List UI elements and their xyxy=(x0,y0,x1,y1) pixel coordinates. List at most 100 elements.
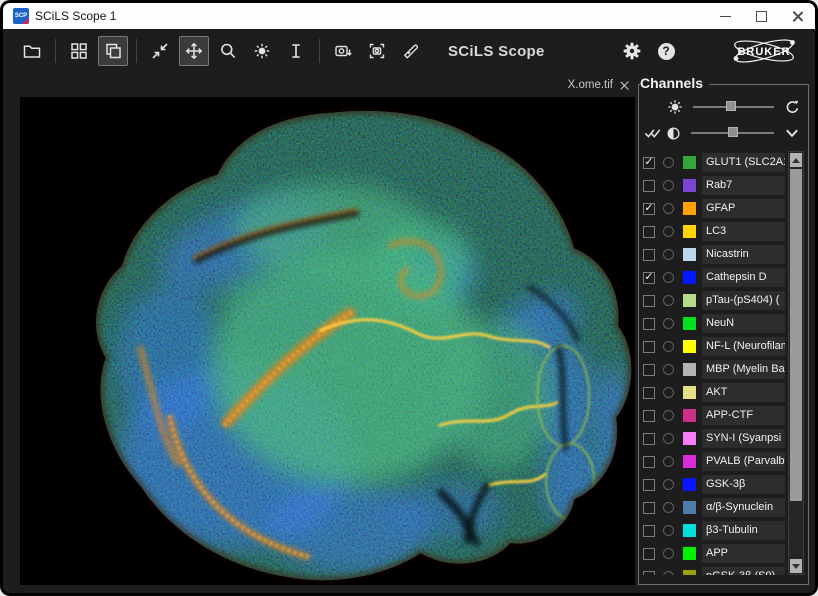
channel-visibility-checkbox[interactable] xyxy=(643,410,655,422)
channel-color-swatch[interactable] xyxy=(683,409,696,422)
channel-label[interactable]: pTau-(pS404) ( xyxy=(702,291,785,310)
expand-button[interactable] xyxy=(782,126,802,140)
image-viewport[interactable] xyxy=(20,97,635,585)
channel-color-swatch[interactable] xyxy=(683,524,696,537)
channel-solo-radio[interactable] xyxy=(663,226,674,237)
channel-label[interactable]: Cathepsin D xyxy=(702,268,785,287)
channel-solo-radio[interactable] xyxy=(663,502,674,513)
channel-visibility-checkbox[interactable]: ✓ xyxy=(643,272,655,284)
channel-color-swatch[interactable] xyxy=(683,363,696,376)
channel-color-swatch[interactable] xyxy=(683,317,696,330)
brightness-slider-handle[interactable] xyxy=(726,101,736,111)
channel-visibility-checkbox[interactable] xyxy=(643,341,655,353)
fit-to-view-button[interactable] xyxy=(145,36,175,66)
channel-color-swatch[interactable] xyxy=(683,294,696,307)
channel-label[interactable]: SYN-I (Syanpsi xyxy=(702,429,785,448)
channel-color-swatch[interactable] xyxy=(683,248,696,261)
channel-color-swatch[interactable] xyxy=(683,340,696,353)
channel-solo-radio[interactable] xyxy=(663,548,674,559)
channel-visibility-checkbox[interactable] xyxy=(643,226,655,238)
channel-label[interactable]: pGSK-3β (S9) xyxy=(702,567,785,575)
channel-label[interactable]: PVALB (Parvalb xyxy=(702,452,785,471)
channel-solo-radio[interactable] xyxy=(663,456,674,467)
channel-label[interactable]: α/β-Synuclein xyxy=(702,498,785,517)
title-bar[interactable]: SCP SCiLS Scope 1 xyxy=(3,3,815,29)
channel-visibility-checkbox[interactable] xyxy=(643,525,655,537)
intensity-range-button[interactable] xyxy=(281,36,311,66)
channel-color-swatch[interactable] xyxy=(683,478,696,491)
channel-label[interactable]: NF-L (Neurofilam xyxy=(702,337,785,356)
channel-visibility-checkbox[interactable]: ✓ xyxy=(643,157,655,169)
channel-visibility-checkbox[interactable] xyxy=(643,295,655,307)
channel-color-swatch[interactable] xyxy=(683,202,696,215)
measure-tool-button[interactable] xyxy=(396,36,426,66)
channel-visibility-checkbox[interactable] xyxy=(643,456,655,468)
channel-solo-radio[interactable] xyxy=(663,364,674,375)
maximize-button[interactable] xyxy=(743,3,779,29)
reset-button[interactable] xyxy=(782,99,802,116)
channel-color-swatch[interactable] xyxy=(683,225,696,238)
scroll-down-button[interactable] xyxy=(790,559,802,573)
channel-visibility-checkbox[interactable] xyxy=(643,387,655,399)
grid-view-button[interactable] xyxy=(64,36,94,66)
zoom-tool-button[interactable] xyxy=(213,36,243,66)
channel-solo-radio[interactable] xyxy=(663,571,674,575)
open-folder-button[interactable] xyxy=(17,36,47,66)
channel-label[interactable]: AKT xyxy=(702,383,785,402)
channel-label[interactable]: Nicastrin xyxy=(702,245,785,264)
channel-color-swatch[interactable] xyxy=(683,432,696,445)
channel-label[interactable]: GFAP xyxy=(702,199,785,218)
channel-list-scrollbar[interactable] xyxy=(788,151,804,575)
channel-label[interactable]: MBP (Myelin Ba xyxy=(702,360,785,379)
channel-visibility-checkbox[interactable] xyxy=(643,479,655,491)
channel-solo-radio[interactable] xyxy=(663,479,674,490)
channel-solo-radio[interactable] xyxy=(663,387,674,398)
scroll-up-button[interactable] xyxy=(790,153,802,167)
brightness-slider[interactable] xyxy=(693,97,774,117)
minimize-button[interactable] xyxy=(707,3,743,29)
channel-label[interactable]: NeuN xyxy=(702,314,785,333)
channel-solo-radio[interactable] xyxy=(663,433,674,444)
channel-label[interactable]: APP-CTF xyxy=(702,406,785,425)
channel-label[interactable]: Rab7 xyxy=(702,176,785,195)
channel-solo-radio[interactable] xyxy=(663,341,674,352)
contrast-slider[interactable] xyxy=(691,123,774,143)
channel-solo-radio[interactable] xyxy=(663,295,674,306)
channel-visibility-checkbox[interactable] xyxy=(643,571,655,576)
channel-color-swatch[interactable] xyxy=(683,179,696,192)
contrast-slider-handle[interactable] xyxy=(728,127,738,137)
channel-visibility-checkbox[interactable] xyxy=(643,548,655,560)
channel-solo-radio[interactable] xyxy=(663,180,674,191)
channel-solo-radio[interactable] xyxy=(663,410,674,421)
channel-color-swatch[interactable] xyxy=(683,455,696,468)
scrollbar-thumb[interactable] xyxy=(790,169,802,501)
channel-solo-radio[interactable] xyxy=(663,249,674,260)
channel-solo-radio[interactable] xyxy=(663,157,674,168)
channel-color-swatch[interactable] xyxy=(683,156,696,169)
image-tab[interactable]: X.ome.tif xyxy=(562,79,635,91)
channel-label[interactable]: GSK-3β xyxy=(702,475,785,494)
close-button[interactable] xyxy=(779,3,815,29)
channel-color-swatch[interactable] xyxy=(683,501,696,514)
brightness-tool-button[interactable] xyxy=(247,36,277,66)
settings-button[interactable] xyxy=(617,36,647,66)
channel-solo-radio[interactable] xyxy=(663,203,674,214)
channel-label[interactable]: APP xyxy=(702,544,785,563)
channel-label[interactable]: LC3 xyxy=(702,222,785,241)
channel-solo-radio[interactable] xyxy=(663,272,674,283)
layers-view-button[interactable] xyxy=(98,36,128,66)
channel-color-swatch[interactable] xyxy=(683,570,696,575)
channel-color-swatch[interactable] xyxy=(683,386,696,399)
channel-visibility-checkbox[interactable] xyxy=(643,180,655,192)
channel-color-swatch[interactable] xyxy=(683,547,696,560)
channel-visibility-checkbox[interactable] xyxy=(643,249,655,261)
channel-visibility-checkbox[interactable] xyxy=(643,318,655,330)
channel-visibility-checkbox[interactable] xyxy=(643,364,655,376)
check-all-button[interactable] xyxy=(643,125,663,141)
channel-label[interactable]: GLUT1 (SLC2A1 xyxy=(702,153,785,172)
capture-region-button[interactable] xyxy=(362,36,392,66)
channel-visibility-checkbox[interactable]: ✓ xyxy=(643,203,655,215)
channel-visibility-checkbox[interactable] xyxy=(643,433,655,445)
channel-label[interactable]: β3-Tubulin xyxy=(702,521,785,540)
channel-solo-radio[interactable] xyxy=(663,525,674,536)
